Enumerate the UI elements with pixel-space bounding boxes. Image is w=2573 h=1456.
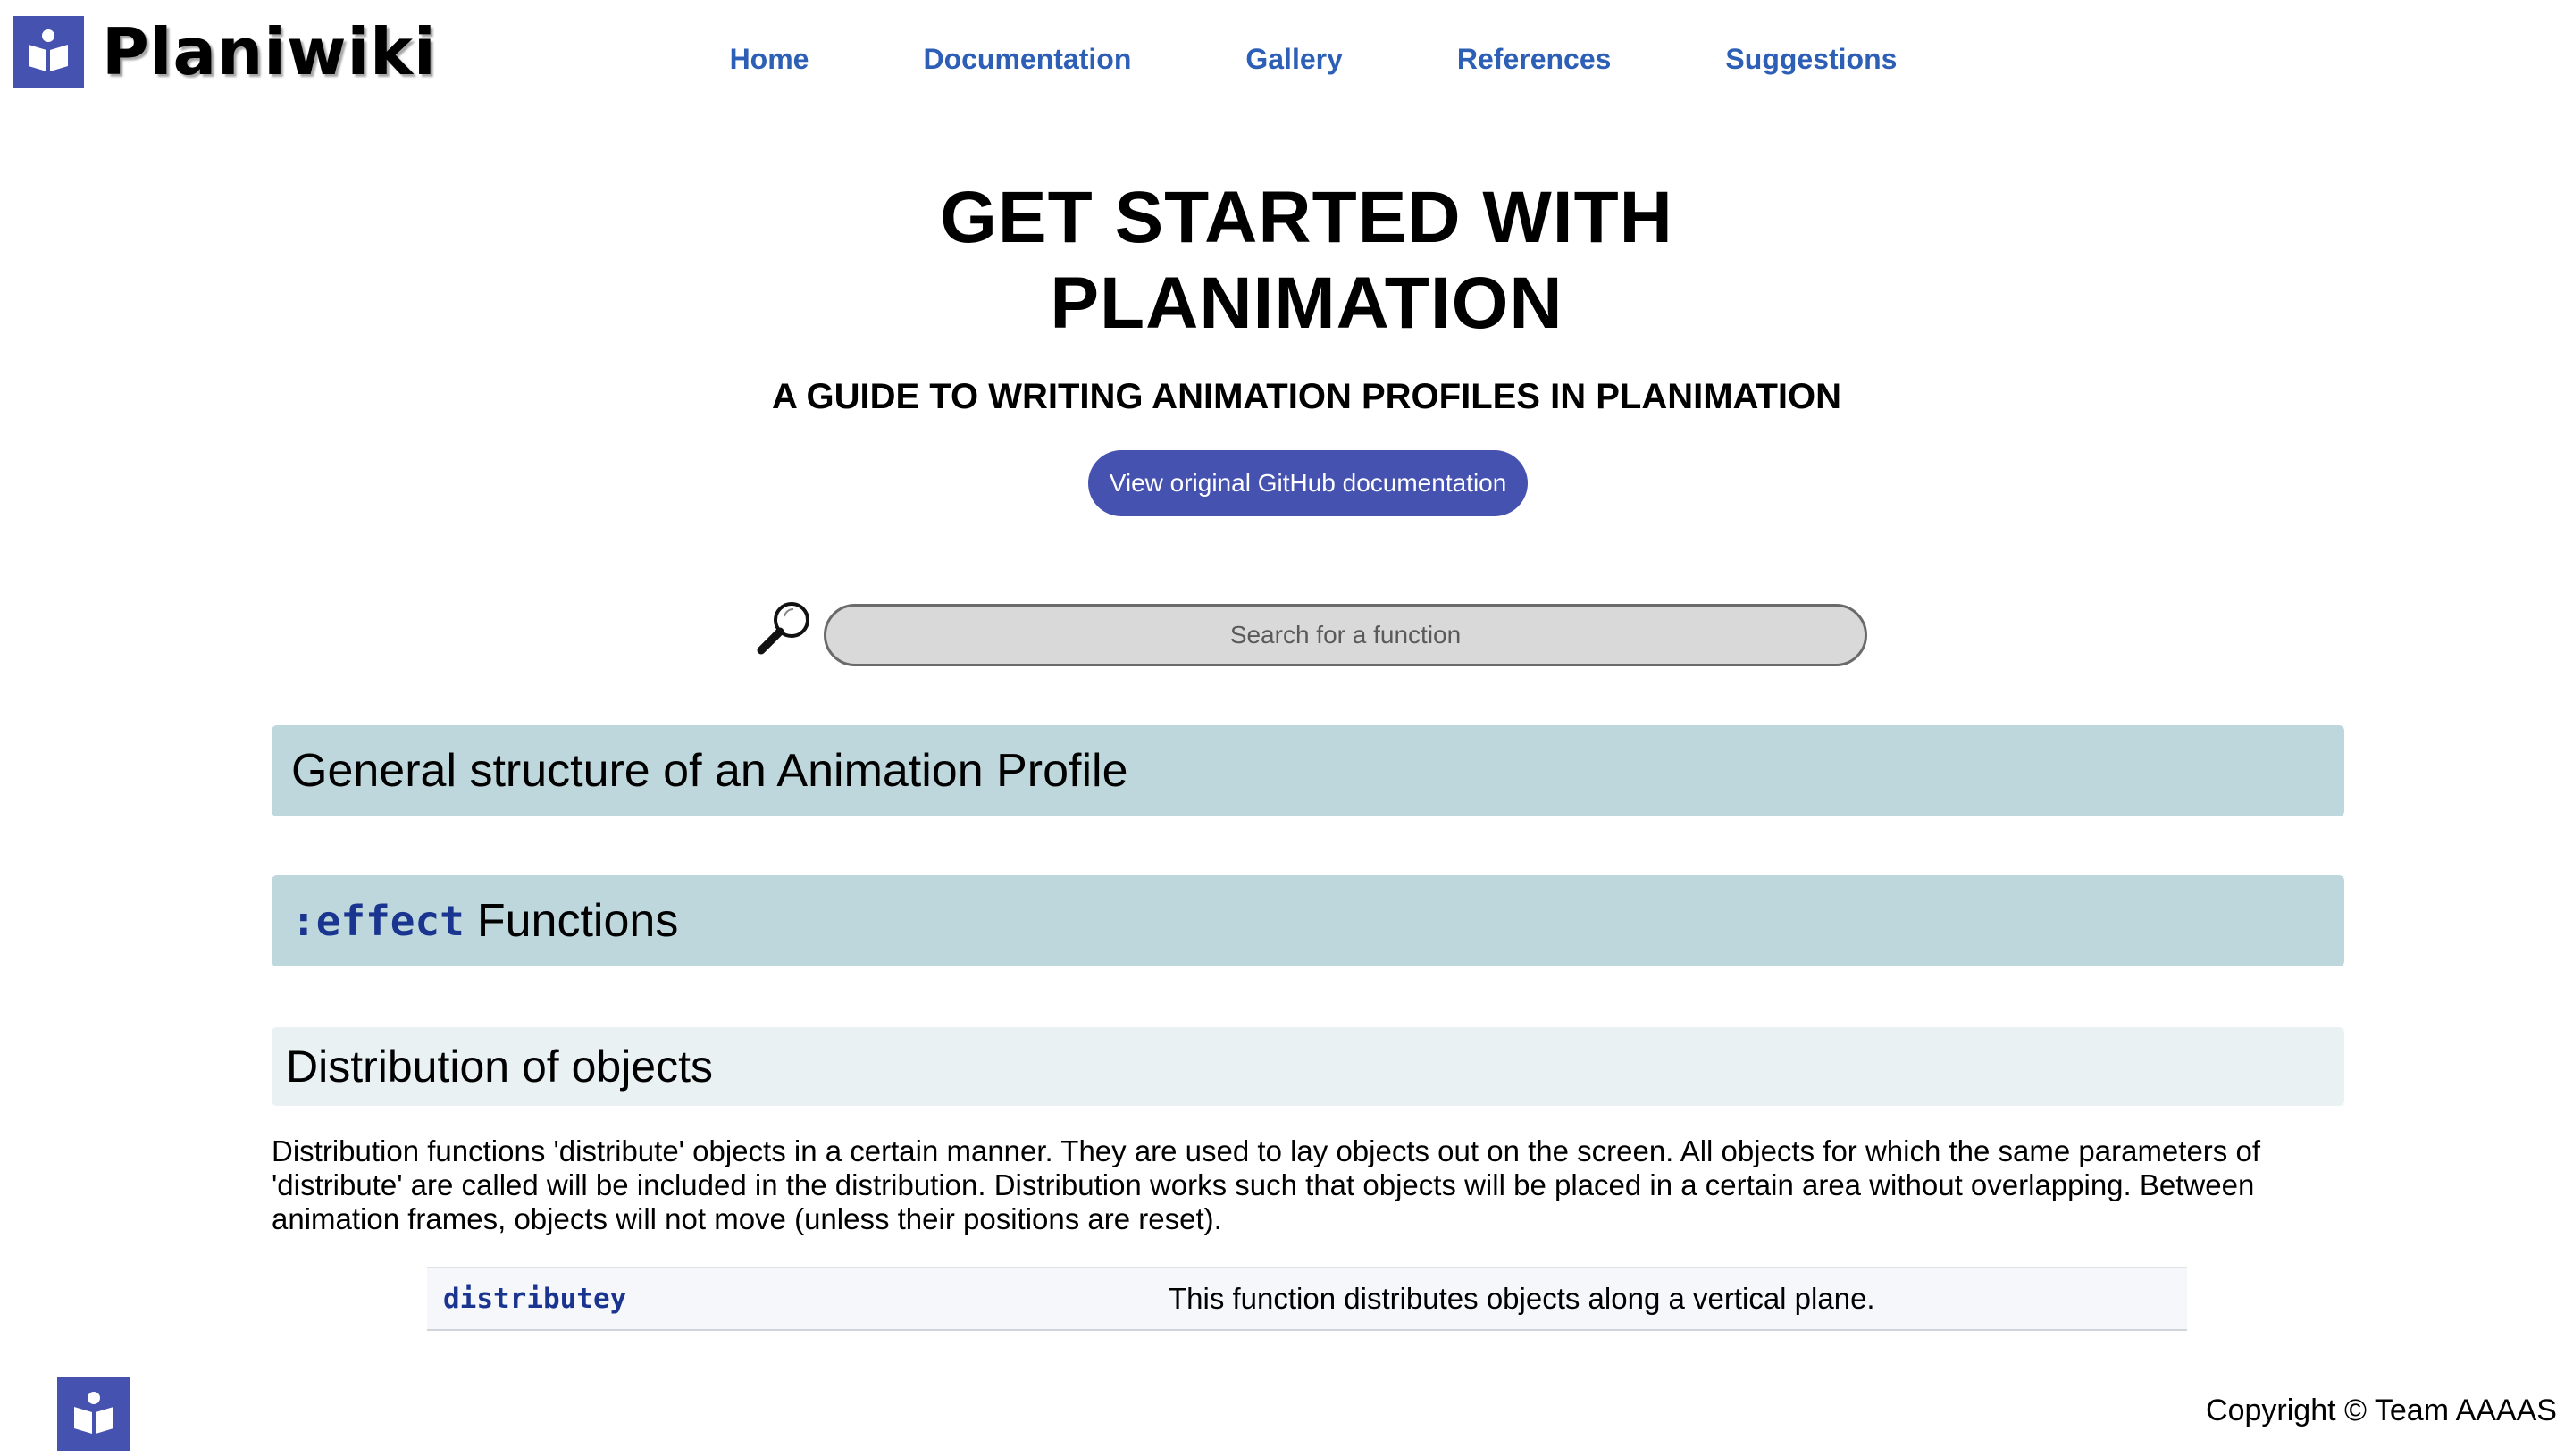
function-description: This function distributes objects along … (1169, 1282, 1875, 1315)
section-general-structure-title: General structure of an Animation Profil… (291, 745, 1128, 797)
table-row: distributey This function distributes ob… (427, 1267, 2187, 1331)
nav-suggestions[interactable]: Suggestions (1725, 43, 1897, 76)
main-nav: Home Documentation Gallery References Su… (0, 43, 2573, 76)
section-effect-functions[interactable]: :effect Functions (272, 875, 2344, 966)
section-general-structure[interactable]: General structure of an Animation Profil… (272, 725, 2344, 816)
search-input[interactable] (824, 604, 1867, 666)
nav-gallery[interactable]: Gallery (1245, 43, 1343, 76)
distribution-description: Distribution functions 'distribute' obje… (272, 1134, 2260, 1235)
page-title-line-1: GET STARTED WITH (940, 177, 1673, 258)
copyright-text: Copyright © Team AAAAS (2206, 1393, 2557, 1427)
function-name-link[interactable]: distributey (427, 1283, 1169, 1315)
page-title-line-2: PLANIMATION (1050, 263, 1563, 344)
page: Planiwiki Home Documentation Gallery Ref… (0, 0, 2573, 1456)
effect-keyword: :effect (291, 897, 465, 945)
nav-documentation[interactable]: Documentation (923, 43, 1131, 76)
nav-references[interactable]: References (1457, 43, 1612, 76)
effect-functions-label: Functions (476, 895, 679, 947)
nav-home[interactable]: Home (730, 43, 809, 76)
distribution-heading: Distribution of objects (286, 1042, 714, 1092)
subsection-distribution[interactable]: Distribution of objects (272, 1027, 2344, 1106)
view-github-docs-button[interactable]: View original GitHub documentation (1088, 450, 1528, 516)
footer-book-reader-icon[interactable] (57, 1377, 130, 1451)
page-subtitle: A GUIDE TO WRITING ANIMATION PROFILES IN… (772, 377, 1841, 416)
magnifier-icon[interactable] (752, 598, 815, 661)
page-title: GET STARTED WITH PLANIMATION (0, 175, 2573, 347)
